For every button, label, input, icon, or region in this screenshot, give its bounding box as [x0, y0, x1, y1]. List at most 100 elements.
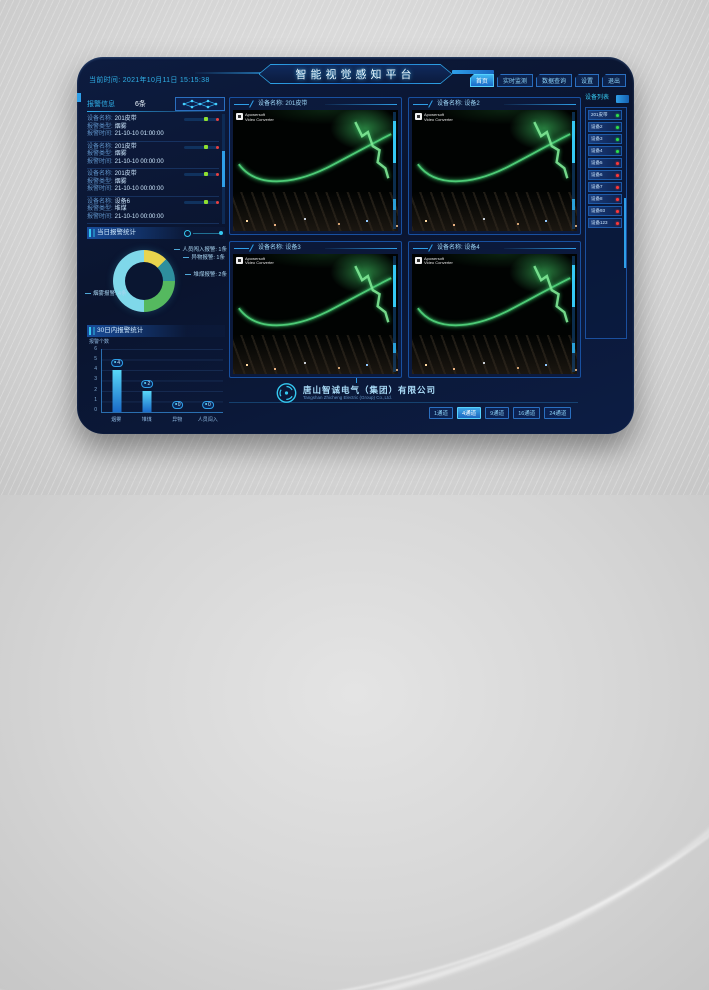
- device-status-dot: [616, 174, 619, 177]
- device-status-dot: [616, 114, 619, 117]
- alarm-header-underline: [87, 111, 225, 112]
- bar-value-badge: 4: [111, 359, 123, 367]
- watermark: Apowersoft Video Converter: [236, 113, 274, 122]
- ring-decor: [184, 230, 191, 237]
- device-list-item[interactable]: 设备4: [588, 146, 622, 156]
- channel-button[interactable]: 1通道: [429, 407, 453, 419]
- bars-wrap: 4 2 0 0: [101, 349, 223, 413]
- watermark-logo-icon: [236, 257, 243, 264]
- device-list-item[interactable]: 设备5: [588, 158, 622, 168]
- bar-fill: [113, 370, 122, 412]
- bar-chart-ylabel: 报警个数: [89, 338, 109, 345]
- top-nav: 首页 实时监测 数据查询 设置 退出: [470, 74, 626, 87]
- watermark: Apowersoft Video Converter: [415, 113, 453, 122]
- ytick: 2: [87, 388, 97, 393]
- monthly-alarm-bar-chart: 报警个数 6543210 4200 烟雾堆煤异物人员闯入: [87, 341, 223, 425]
- alarm-status-slider[interactable]: [184, 201, 218, 204]
- alarm-list-item[interactable]: 设备名称:设备6 报警类型:堆煤 报警时间:21-10-10 00:00:00: [87, 197, 219, 225]
- bar-xlabel: 人员闯入: [193, 416, 224, 425]
- device-list-panel: 设备列表 201皮带 设备2 设备3: [585, 93, 627, 343]
- nav-button[interactable]: 设置: [575, 74, 599, 87]
- video-feed[interactable]: Apowersoft Video Converter: [412, 254, 577, 375]
- device-list-item[interactable]: 设备8: [588, 194, 622, 204]
- nav-button[interactable]: 数据查询: [536, 74, 572, 87]
- nav-button[interactable]: 退出: [602, 74, 626, 87]
- nav-button[interactable]: 实时监测: [497, 74, 533, 87]
- machinery-silhouette: [233, 335, 398, 374]
- device-list-item[interactable]: 设备3: [588, 134, 622, 144]
- alarm-list-item[interactable]: 设备名称:201皮带 报警类型:烟雾 报警时间:21-10-10 01:00:0…: [87, 114, 219, 142]
- ytick: 4: [87, 367, 97, 372]
- device-list-item[interactable]: 201皮带: [588, 110, 622, 120]
- bar-column: 0: [193, 349, 223, 412]
- bar-value-badge: 2: [141, 380, 153, 388]
- video-scrollbar[interactable]: [572, 256, 575, 373]
- device-status-dot: [616, 186, 619, 189]
- video-scrollbar[interactable]: [393, 256, 396, 373]
- machinery-silhouette: [412, 335, 577, 374]
- ytick: 0: [87, 408, 97, 413]
- device-list-item[interactable]: 设备123: [588, 218, 622, 228]
- device-list-tab[interactable]: [616, 95, 629, 103]
- company-name-cn: 唐山智诚电气（集团）有限公司: [303, 385, 436, 395]
- watermark-logo-icon: [415, 257, 422, 264]
- alarm-status-slider[interactable]: [184, 173, 218, 176]
- edge-chip-decor: [77, 93, 81, 102]
- bar-chart-xlabels: 烟雾堆煤异物人员闯入: [101, 416, 223, 425]
- video-scrollbar[interactable]: [393, 112, 396, 229]
- bar-value-badge: 0: [202, 401, 214, 409]
- device-list-item[interactable]: 设备7: [588, 182, 622, 192]
- alarm-status-slider[interactable]: [184, 146, 218, 149]
- device-status-dot: [616, 126, 619, 129]
- video-feed[interactable]: Apowersoft Video Converter: [233, 254, 398, 375]
- watermark-logo-icon: [236, 113, 243, 120]
- ytick: 3: [87, 377, 97, 382]
- bar-column: 2: [132, 349, 162, 412]
- device-list-scrollbar[interactable]: [624, 198, 626, 268]
- today-donut: [113, 250, 175, 312]
- alarm-list-item[interactable]: 设备名称:201皮带 报警类型:烟雾 报警时间:21-10-10 00:00:0…: [87, 169, 219, 197]
- device-status-dot: [616, 162, 619, 165]
- video-grid: 设备名称: 201皮带 Apowersoft Video Converter: [229, 97, 581, 378]
- device-status-dot: [616, 138, 619, 141]
- video-feed[interactable]: Apowersoft Video Converter: [233, 110, 398, 231]
- dot-decor: [219, 231, 223, 235]
- alarm-panel-header: 报警信息 6条: [87, 97, 225, 110]
- leader-line-decor: [193, 233, 221, 234]
- machinery-silhouette: [412, 192, 577, 231]
- device-list-item[interactable]: 设备2: [588, 122, 622, 132]
- device-list-item[interactable]: 设备93: [588, 206, 622, 216]
- donut-label: 异物报警: 1条: [183, 253, 225, 261]
- watermark: Apowersoft Video Converter: [236, 257, 274, 266]
- nav-button[interactable]: 首页: [470, 74, 494, 87]
- page-title: 智能视觉感知平台: [296, 66, 416, 82]
- video-feed[interactable]: Apowersoft Video Converter: [412, 110, 577, 231]
- channel-button[interactable]: 24通道: [544, 407, 571, 419]
- video-panel-title: 设备名称: 设备2: [409, 98, 580, 110]
- alarm-list-scrollbar[interactable]: [222, 114, 225, 224]
- company-logo-icon: [275, 382, 297, 404]
- machinery-silhouette: [233, 192, 398, 231]
- video-panel-title: 设备名称: 设备3: [230, 242, 401, 254]
- donut-label: 人员闯入报警: 1条: [174, 245, 227, 253]
- ytick: 6: [87, 347, 97, 352]
- channel-button[interactable]: 16通道: [513, 407, 540, 419]
- device-status-dot: [616, 210, 619, 213]
- device-list-item[interactable]: 设备6: [588, 170, 622, 180]
- alarm-status-slider[interactable]: [184, 118, 218, 121]
- video-scrollbar[interactable]: [572, 112, 575, 229]
- watermark: Apowersoft Video Converter: [415, 257, 453, 266]
- title-frame: 智能视觉感知平台: [259, 64, 453, 84]
- watermark-logo-icon: [415, 113, 422, 120]
- alarm-list-item[interactable]: 设备名称:201皮带 报警类型:烟雾 报警时间:21-10-10 00:00:0…: [87, 142, 219, 170]
- current-time: 当前时间: 2021年10月11日 15:15:38: [89, 75, 210, 85]
- ytick: 1: [87, 398, 97, 403]
- company-name-en: Tangshan Zhicheng Electric (Group) Co.,L…: [303, 395, 436, 400]
- video-panel: 设备名称: 设备4 Apowersoft Video Converter: [408, 241, 581, 379]
- video-panel-title: 设备名称: 201皮带: [230, 98, 401, 110]
- device-status-dot: [616, 150, 619, 153]
- channel-button[interactable]: 4通道: [457, 407, 481, 419]
- bar-column: 0: [163, 349, 193, 412]
- bar-chart-yticks: 6543210: [87, 347, 97, 413]
- channel-button[interactable]: 9通道: [485, 407, 509, 419]
